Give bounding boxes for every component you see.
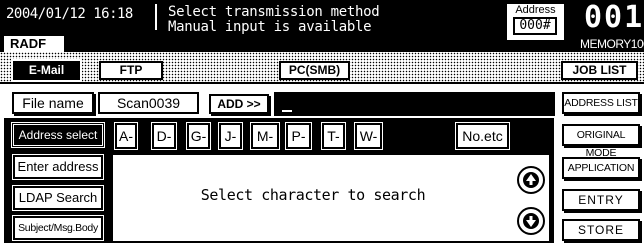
- address-value: 000#: [513, 17, 557, 35]
- letter-button-m[interactable]: M-: [250, 122, 280, 150]
- letter-button-t[interactable]: T-: [321, 122, 346, 150]
- arrow-up-circle-icon: [523, 172, 539, 188]
- arrow-down-circle-icon: [523, 213, 539, 229]
- address-label: Address: [515, 4, 556, 16]
- entry-button[interactable]: ENTRY: [562, 189, 640, 211]
- address-select-tab[interactable]: Address select: [11, 122, 105, 148]
- tab-email[interactable]: E-Mail: [11, 59, 82, 82]
- memory-indicator: MEMORY100%: [580, 37, 644, 51]
- file-name-button[interactable]: File name: [12, 92, 94, 114]
- letter-button-no-etc[interactable]: No.etc: [455, 122, 510, 150]
- tab-pc-smb[interactable]: PC(SMB): [279, 61, 350, 80]
- application-button[interactable]: APPLICATION: [562, 157, 640, 179]
- copier-touch-panel: 2004/01/12 16:18 Select transmission met…: [0, 0, 644, 243]
- original-mode-button[interactable]: ORIGINAL MODE: [562, 124, 640, 159]
- address-entry-field[interactable]: [274, 92, 555, 116]
- tab-ftp[interactable]: FTP: [99, 61, 163, 80]
- copy-counter: 001: [584, 0, 644, 35]
- address-list-button[interactable]: ADDRESS LIST: [562, 92, 640, 114]
- status-message-line1: Select transmission method: [168, 4, 380, 20]
- letter-button-w[interactable]: W-: [354, 122, 383, 150]
- store-button[interactable]: STORE: [562, 219, 640, 241]
- letter-button-a[interactable]: A-: [114, 122, 138, 150]
- letter-button-d[interactable]: D-: [151, 122, 177, 150]
- status-divider: [155, 4, 157, 30]
- enter-address-button[interactable]: Enter address: [12, 154, 104, 180]
- ldap-search-button[interactable]: LDAP Search: [12, 185, 104, 211]
- letter-button-j[interactable]: J-: [218, 122, 243, 150]
- search-result-message: Select character to search: [200, 186, 426, 204]
- status-bar: 2004/01/12 16:18 Select transmission met…: [0, 0, 644, 52]
- add-button[interactable]: ADD >>: [209, 94, 269, 114]
- status-message-line2: Manual input is available: [168, 19, 372, 35]
- scroll-up-button[interactable]: [517, 166, 545, 194]
- letter-button-g[interactable]: G-: [186, 122, 211, 150]
- subject-msg-body-button[interactable]: Subject/Msg.Body: [12, 215, 104, 241]
- mode-indicator: RADF: [4, 36, 64, 52]
- text-cursor: [282, 110, 292, 112]
- scroll-down-button[interactable]: [517, 207, 545, 235]
- datetime: 2004/01/12 16:18: [6, 6, 133, 22]
- file-name-value: Scan0039: [98, 92, 199, 114]
- letter-button-p[interactable]: P-: [285, 122, 312, 150]
- tab-job-list[interactable]: JOB LIST: [561, 61, 638, 80]
